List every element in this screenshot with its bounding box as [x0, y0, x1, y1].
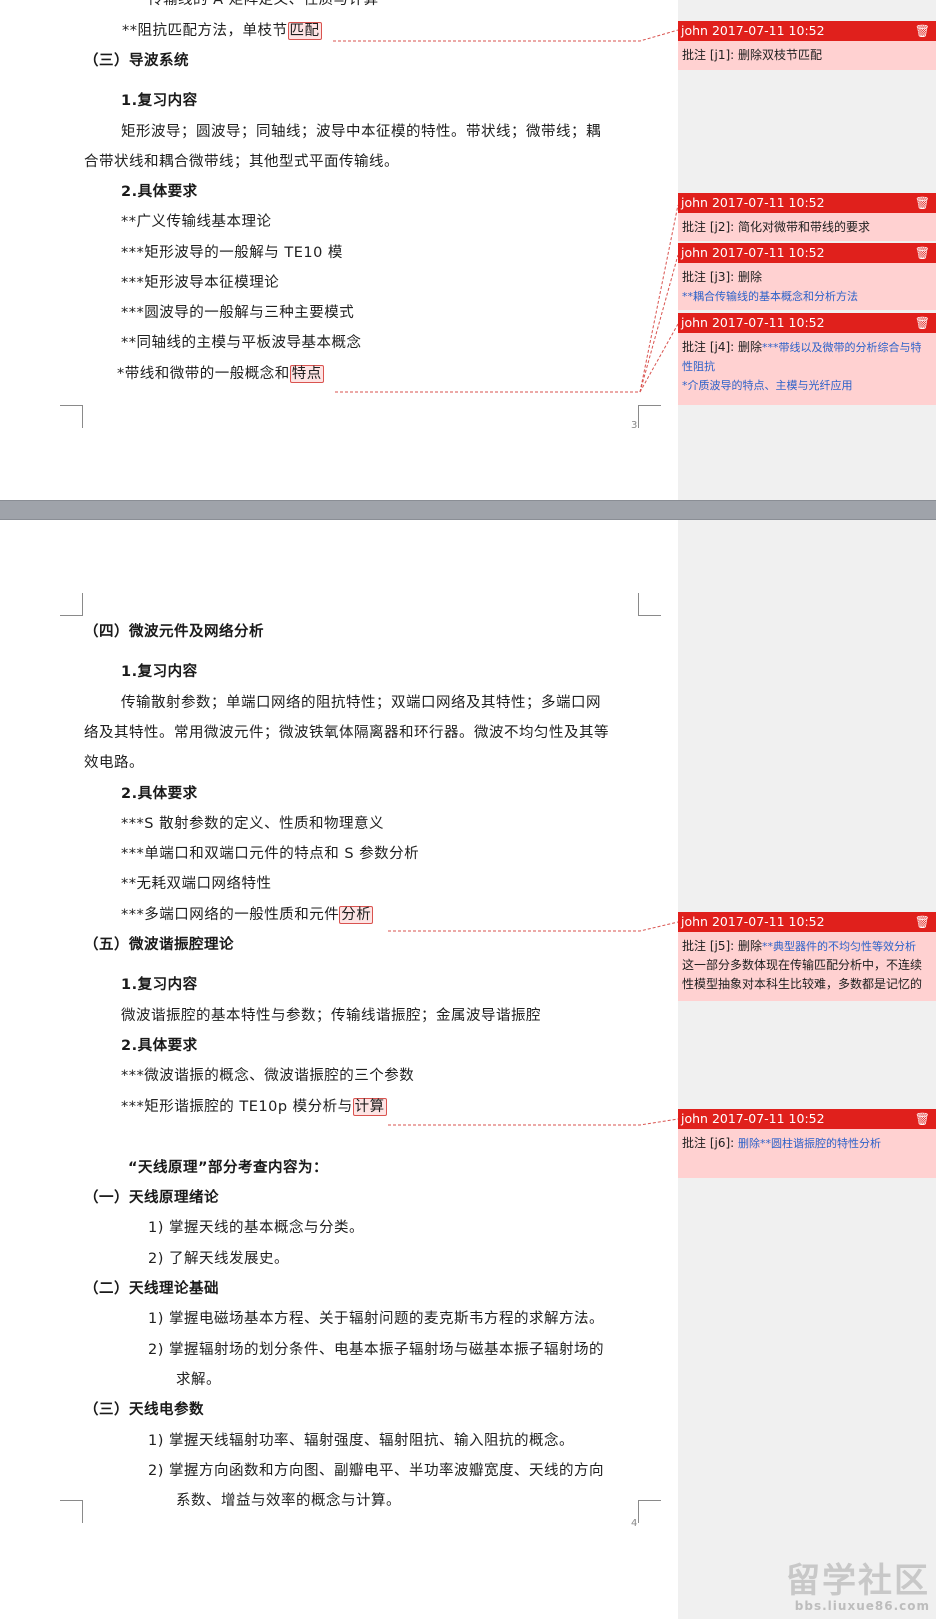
comment-body[interactable]: 批注 [j2]: 简化对微带和带线的要求	[678, 213, 936, 241]
comment-tag: 批注 [j4]:	[682, 340, 735, 354]
watermark-logo-text: 留学社区	[786, 1561, 930, 1601]
comment-body[interactable]: 批注 [j5]: 删除**典型器件的不均匀性等效分析 这一部分多数体现在传输匹配…	[678, 932, 936, 998]
trash-icon[interactable]: 🗑	[915, 21, 930, 41]
comment-author: john 2017-07-11 10:52	[681, 245, 825, 260]
comment-deleted-text: 删除**圆柱谐振腔的特性分析	[738, 1137, 882, 1150]
comment-body[interactable]: 批注 [j6]: 删除**圆柱谐振腔的特性分析	[678, 1129, 936, 1157]
comment-tag: 批注 [j2]:	[682, 220, 735, 234]
comment-j6[interactable]: john 2017-07-11 10:52 🗑 批注 [j6]: 删除**圆柱谐…	[678, 1109, 936, 1178]
comment-note: 这一部分多数体现在传输匹配分析中，不连续性模型抽象对本科生比较难，多数都是记忆的	[682, 958, 923, 991]
site-watermark: 留学社区 bbs.liuxue86.com	[786, 1563, 930, 1613]
comment-author: john 2017-07-11 10:52	[681, 23, 825, 38]
comment-author: john 2017-07-11 10:52	[681, 315, 825, 330]
comment-tag: 批注 [j6]:	[682, 1136, 735, 1150]
comment-header: john 2017-07-11 10:52 🗑	[678, 243, 936, 263]
comment-header: john 2017-07-11 10:52 🗑	[678, 193, 936, 213]
comment-text: 删除	[738, 939, 763, 953]
comment-body[interactable]: 批注 [j3]: 删除 **耦合传输线的基本概念和分析方法	[678, 263, 936, 310]
comment-header: john 2017-07-11 10:52 🗑	[678, 313, 936, 333]
comment-header: john 2017-07-11 10:52 🗑	[678, 21, 936, 41]
connector-j1	[333, 29, 679, 42]
comment-text: 删除	[738, 270, 763, 284]
trash-icon[interactable]: 🗑	[915, 243, 930, 263]
comment-j1[interactable]: john 2017-07-11 10:52 🗑 批注 [j1]: 删除双枝节匹配	[678, 21, 936, 70]
comment-body[interactable]: 批注 [j4]: 删除***带线以及微带的分析综合与特性阻抗 *介质波导的特点、…	[678, 333, 936, 399]
comment-j4[interactable]: john 2017-07-11 10:52 🗑 批注 [j4]: 删除***带线…	[678, 313, 936, 405]
comment-text: 删除双枝节匹配	[738, 48, 823, 62]
trash-icon[interactable]: 🗑	[915, 313, 930, 333]
trash-icon[interactable]: 🗑	[915, 193, 930, 213]
comment-author: john 2017-07-11 10:52	[681, 195, 825, 210]
comment-tag: 批注 [j1]:	[682, 48, 735, 62]
comment-header: john 2017-07-11 10:52 🗑	[678, 912, 936, 932]
comment-text: 删除	[738, 340, 763, 354]
comment-tag: 批注 [j3]:	[682, 270, 735, 284]
connector-j2	[335, 204, 679, 393]
watermark-url: bbs.liuxue86.com	[794, 1599, 930, 1613]
connector-j4	[639, 323, 679, 393]
comment-text: 简化对微带和带线的要求	[738, 220, 871, 234]
connector-j6	[388, 1118, 679, 1126]
comment-j2[interactable]: john 2017-07-11 10:52 🗑 批注 [j2]: 简化对微带和带…	[678, 193, 936, 241]
comment-author: john 2017-07-11 10:52	[681, 914, 825, 929]
comment-deleted-text: *介质波导的特点、主模与光纤应用	[682, 379, 853, 392]
comment-tag: 批注 [j5]:	[682, 939, 735, 953]
trash-icon[interactable]: 🗑	[915, 912, 930, 932]
comment-header: john 2017-07-11 10:52 🗑	[678, 1109, 936, 1129]
trash-icon[interactable]: 🗑	[915, 1109, 930, 1129]
comment-author: john 2017-07-11 10:52	[681, 1111, 825, 1126]
connector-j3	[639, 254, 679, 393]
comment-deleted-text: **典型器件的不均匀性等效分析	[762, 940, 917, 953]
comment-j3[interactable]: john 2017-07-11 10:52 🗑 批注 [j3]: 删除 **耦合…	[678, 243, 936, 310]
connector-j5	[388, 921, 679, 932]
comment-deleted-text: **耦合传输线的基本概念和分析方法	[682, 290, 858, 303]
comment-body[interactable]: 批注 [j1]: 删除双枝节匹配	[678, 41, 936, 69]
comment-j5[interactable]: john 2017-07-11 10:52 🗑 批注 [j5]: 删除**典型器…	[678, 912, 936, 1001]
